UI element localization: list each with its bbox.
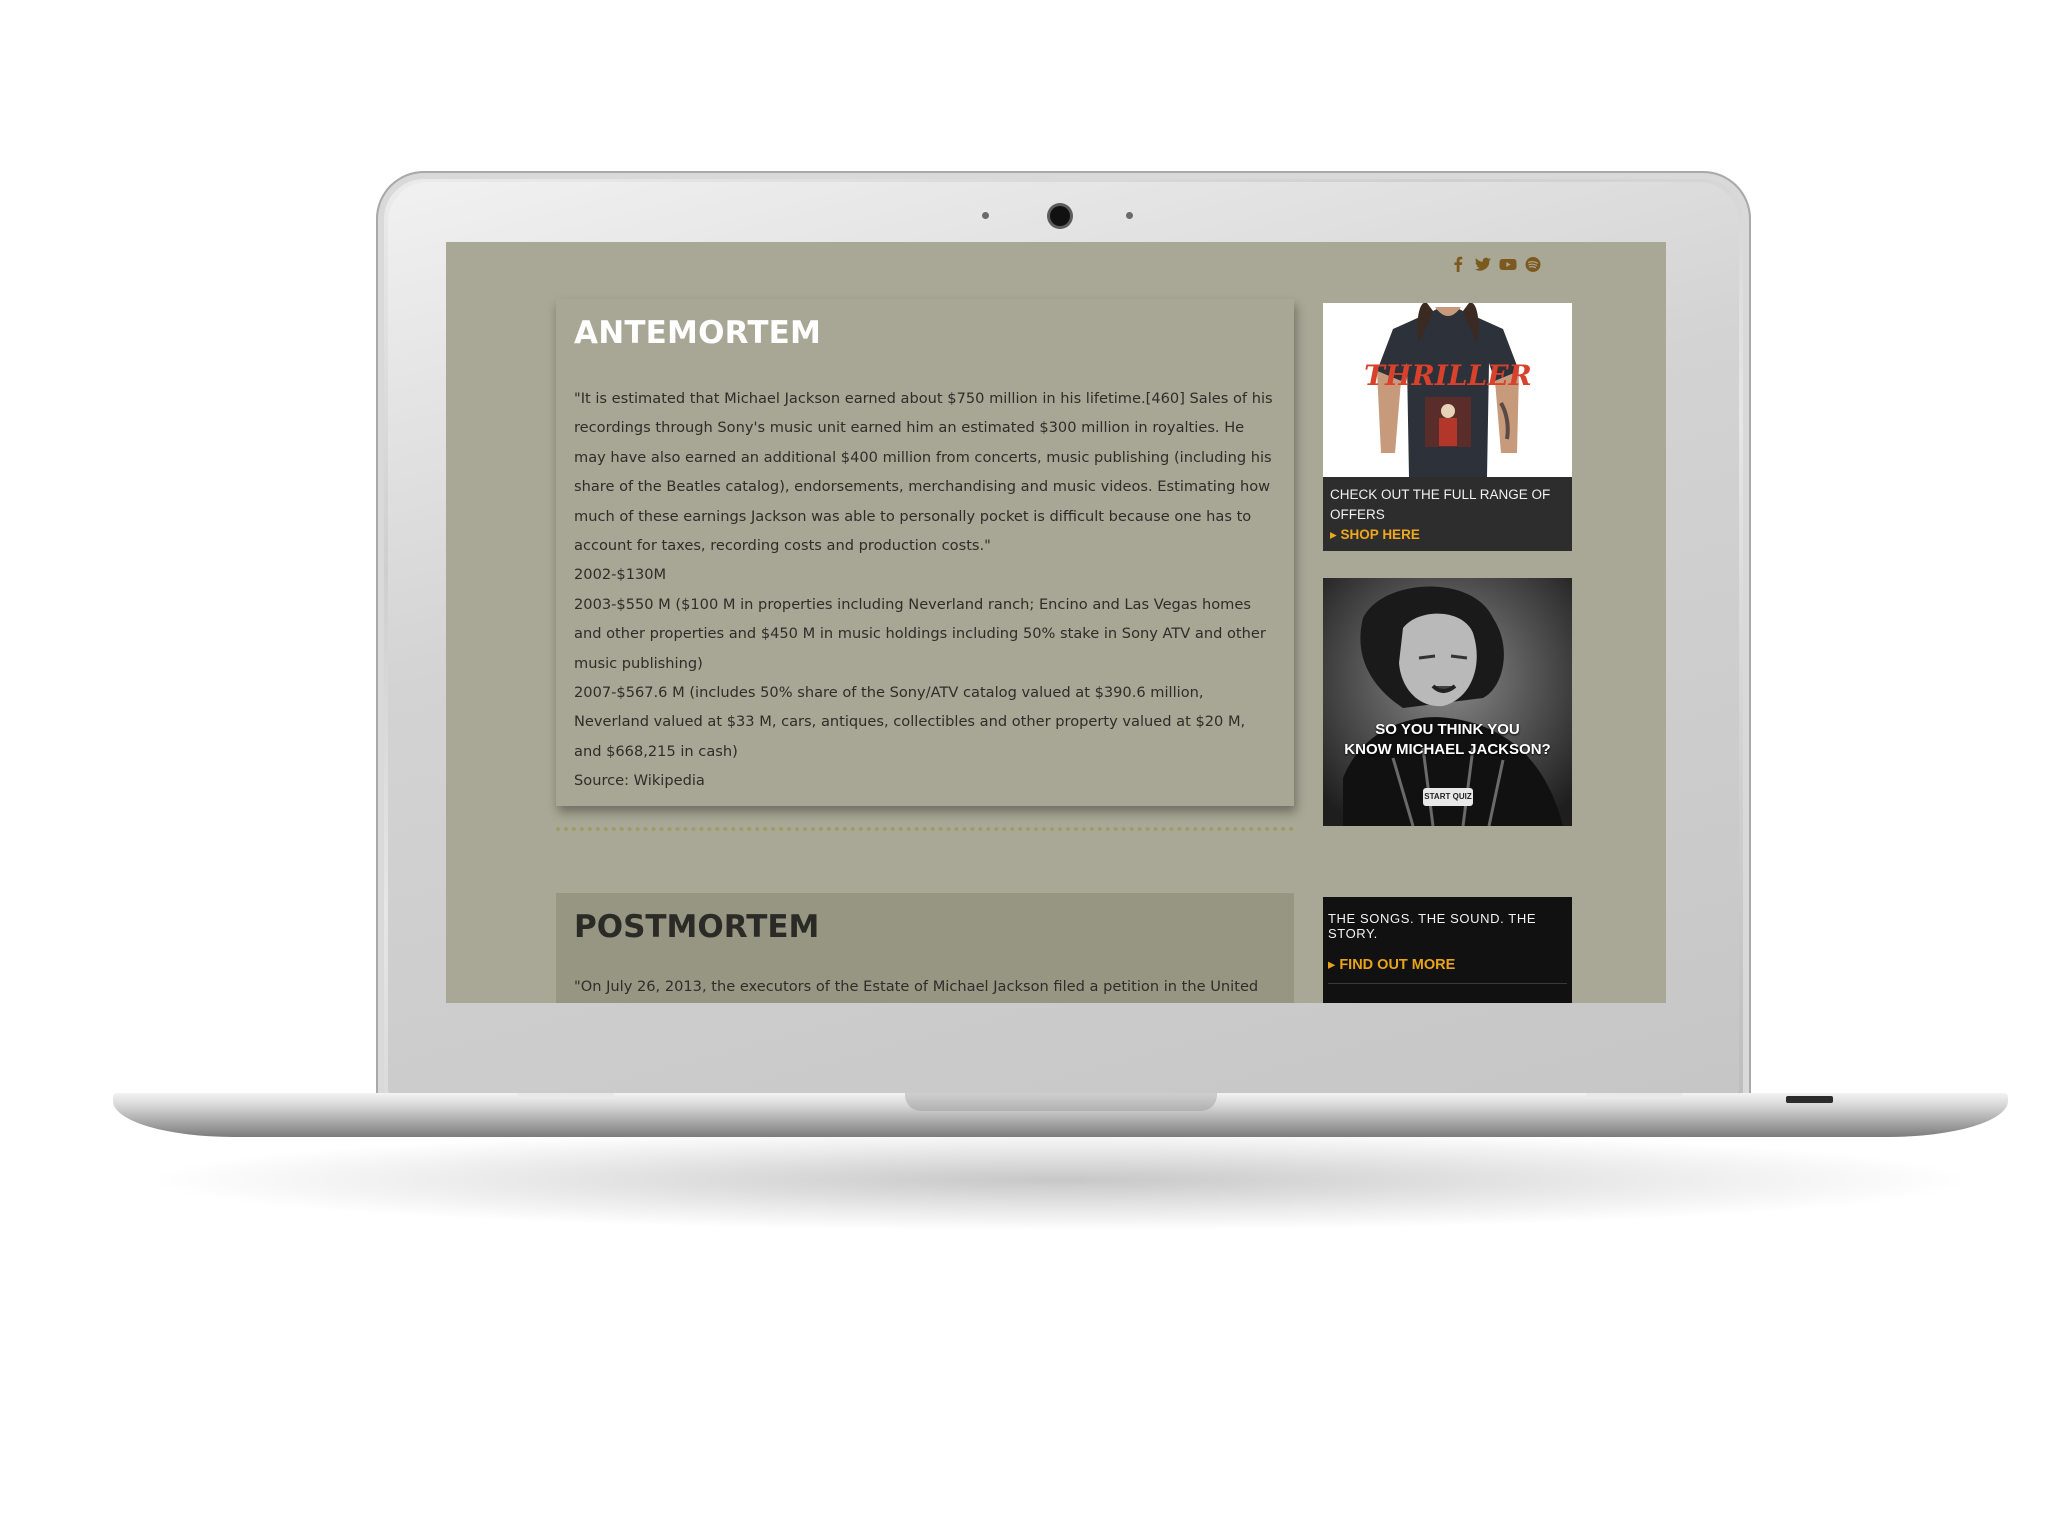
antemortem-card: ANTEMORTEM "It is estimated that Michael… xyxy=(556,299,1294,806)
quiz-question: SO YOU THINK YOU KNOW MICHAEL JACKSON? xyxy=(1323,720,1572,760)
article-paragraph: "On July 26, 2013, the executors of the … xyxy=(574,978,1259,995)
article-paragraph: 2007-$567.6 M (includes 50% share of the… xyxy=(574,684,1246,760)
laptop-hinge-notch xyxy=(905,1093,1217,1111)
find-out-more-label: FIND OUT MORE xyxy=(1339,957,1456,973)
postmortem-card: POSTMORTEM "On July 26, 2013, the execut… xyxy=(556,893,1294,1003)
laptop-screen: ANTEMORTEM "It is estimated that Michael… xyxy=(446,242,1666,1003)
ad-tagline: THE SONGS. THE SOUND. THE STORY. xyxy=(1328,911,1537,941)
shop-here-label: SHOP HERE xyxy=(1340,527,1420,542)
play-triangle-icon: ▸ xyxy=(1330,527,1337,542)
find-out-more-link[interactable]: ▸ FIND OUT MORE xyxy=(1328,957,1567,973)
sensor-icon xyxy=(1126,212,1133,219)
youtube-icon[interactable] xyxy=(1498,254,1518,274)
songs-ad[interactable]: THE SONGS. THE SOUND. THE STORY. ▸ FIND … xyxy=(1323,897,1572,1003)
model-tshirt-image: THRILLER xyxy=(1323,303,1572,477)
laptop-shadow xyxy=(160,1130,1960,1230)
ad-caption: CHECK OUT THE FULL RANGE OF OFFERS ▸ SHO… xyxy=(1323,477,1572,551)
quiz-question-line: SO YOU THINK YOU xyxy=(1375,721,1520,738)
section-title: POSTMORTEM xyxy=(574,909,820,945)
laptop-hinge xyxy=(518,1093,614,1099)
social-links xyxy=(1448,254,1543,274)
sensor-icon xyxy=(982,212,989,219)
webcam-icon xyxy=(1050,206,1070,226)
quiz-question-line: KNOW MICHAEL JACKSON? xyxy=(1344,741,1551,758)
facebook-icon[interactable] xyxy=(1448,254,1468,274)
shop-here-link[interactable]: ▸ SHOP HERE xyxy=(1330,525,1565,545)
section-title: ANTEMORTEM xyxy=(574,315,822,351)
play-triangle-icon: ▸ xyxy=(1328,957,1336,973)
twitter-icon[interactable] xyxy=(1473,254,1493,274)
quiz-ad[interactable]: SO YOU THINK YOU KNOW MICHAEL JACKSON? S… xyxy=(1323,578,1572,826)
start-quiz-button[interactable]: START QUIZ xyxy=(1423,788,1473,806)
article-paragraph: 2002-$130M xyxy=(574,566,667,584)
article-paragraph: 2003-$550 M ($100 M in properties includ… xyxy=(574,595,1266,672)
spotify-icon[interactable] xyxy=(1523,254,1543,274)
shirt-ad[interactable]: THRILLER CHECK OUT THE FULL RANGE OF OFF… xyxy=(1323,303,1572,551)
article-source: Source: Wikipedia xyxy=(574,772,705,790)
ad-divider xyxy=(1328,983,1567,984)
section-divider xyxy=(556,827,1294,831)
usb-port-icon xyxy=(1786,1096,1833,1103)
article-body: "It is estimated that Michael Jackson ea… xyxy=(574,384,1276,796)
laptop-hinge xyxy=(1586,1093,1682,1099)
article-paragraph: "It is estimated that Michael Jackson ea… xyxy=(574,390,1273,555)
ad-caption-text: CHECK OUT THE FULL RANGE OF OFFERS xyxy=(1330,487,1551,522)
shirt-print-text: THRILLER xyxy=(1364,359,1532,392)
